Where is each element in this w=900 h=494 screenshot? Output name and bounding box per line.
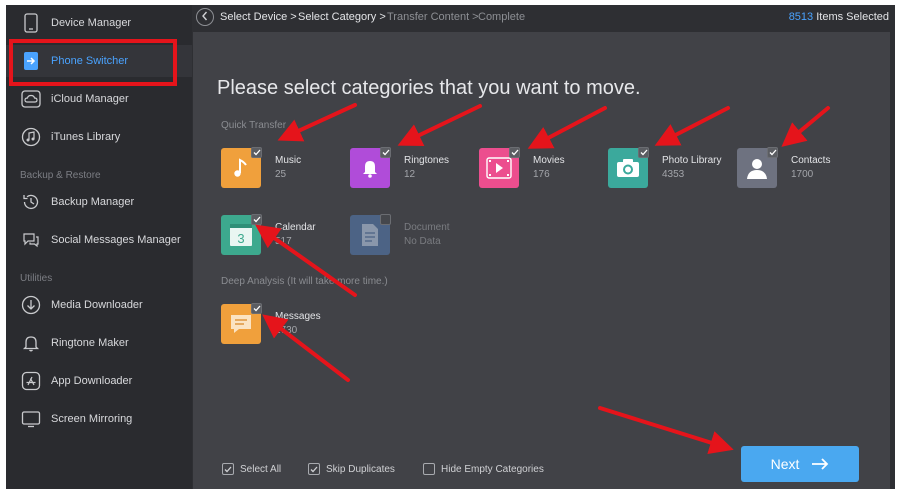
category-checkbox[interactable] (767, 147, 778, 158)
checkbox-unchecked-icon (423, 463, 435, 475)
category-count: 4353 (662, 169, 685, 180)
category-checkbox[interactable] (509, 147, 520, 158)
checkbox-checked-icon (308, 463, 320, 475)
sidebar: Device Manager Phone Switcher iCloud Man… (6, 5, 192, 489)
sidebar-item-label: Ringtone Maker (51, 337, 129, 349)
breadcrumb-select-device[interactable]: Select Device > (220, 11, 297, 23)
breadcrumb-transfer-content: Transfer Content > (387, 11, 479, 23)
sidebar-item-device-manager[interactable]: Device Manager (6, 7, 192, 39)
page-title: Please select categories that you want t… (217, 77, 641, 99)
category-count: 25 (275, 169, 287, 180)
category-movies[interactable]: Movies 176 (479, 147, 609, 192)
category-name: Ringtones (404, 155, 450, 166)
category-contacts[interactable]: Contacts 1700 (737, 147, 867, 192)
sidebar-item-screen-mirroring[interactable]: Screen Mirroring (6, 403, 192, 435)
category-photo-library[interactable]: Photo Library 4353 (608, 147, 738, 192)
arrow-right-icon (811, 458, 829, 470)
sidebar-item-label: Device Manager (51, 17, 132, 29)
skip-duplicates-label: Skip Duplicates (326, 463, 395, 475)
breadcrumb-complete: Complete (478, 11, 526, 23)
app-store-icon (20, 370, 42, 392)
sidebar-item-app-downloader[interactable]: App Downloader (6, 365, 192, 397)
sidebar-item-label: Media Downloader (51, 299, 143, 311)
category-count: 517 (275, 236, 292, 247)
main-panel: Please select categories that you want t… (193, 32, 890, 489)
top-bar: Select Device > Select Category > Transf… (192, 5, 895, 30)
sidebar-item-label: iCloud Manager (51, 93, 129, 105)
deep-analysis-heading: Deep Analysis (It will take more time.) (221, 276, 388, 287)
sidebar-item-label: Backup Manager (51, 196, 135, 208)
sidebar-item-icloud-manager[interactable]: iCloud Manager (6, 83, 192, 115)
category-checkbox[interactable] (638, 147, 649, 158)
next-button-label: Next (770, 456, 800, 472)
items-selected-label: Items Selected (816, 11, 889, 23)
music-circle-icon (20, 126, 42, 148)
category-checkbox[interactable] (380, 147, 391, 158)
sidebar-item-label: App Downloader (51, 375, 133, 387)
sidebar-item-label: iTunes Library (51, 131, 121, 143)
sidebar-item-label: Social Messages Manager (51, 234, 181, 246)
app-window: Device Manager Phone Switcher iCloud Man… (6, 5, 895, 489)
category-checkbox[interactable] (380, 214, 391, 225)
items-selected-count: 8513 (788, 11, 814, 23)
category-name: Photo Library (662, 155, 722, 166)
category-music[interactable]: Music 25 (221, 147, 351, 192)
bell-icon (20, 332, 42, 354)
highlight-box (9, 39, 177, 86)
sidebar-item-media-downloader[interactable]: Media Downloader (6, 289, 192, 321)
sidebar-item-backup-manager[interactable]: Backup Manager (6, 186, 192, 218)
cloud-icon (20, 88, 42, 110)
category-name: Contacts (791, 155, 831, 166)
back-button[interactable] (196, 8, 214, 26)
monitor-icon (20, 408, 42, 430)
items-selected-counter: 8513 Items Selected (789, 11, 889, 23)
category-calendar[interactable]: 3 Calendar 517 (221, 214, 351, 259)
select-all-label: Select All (240, 463, 282, 475)
next-button[interactable]: Next (741, 446, 859, 482)
breadcrumb-select-category[interactable]: Select Category > (298, 11, 386, 23)
category-count: 1730 (275, 325, 298, 336)
quick-transfer-heading: Quick Transfer (221, 120, 287, 131)
sidebar-section-utilities: Utilities (20, 273, 53, 284)
category-count: 176 (533, 169, 550, 180)
svg-text:3: 3 (237, 231, 244, 246)
download-icon (20, 294, 42, 316)
hide-empty-categories-checkbox[interactable]: Hide Empty Categories (423, 463, 544, 475)
phone-icon (20, 12, 42, 34)
category-checkbox[interactable] (251, 214, 262, 225)
category-count: No Data (404, 236, 441, 247)
hide-empty-categories-label: Hide Empty Categories (441, 463, 544, 475)
category-count: 12 (404, 169, 416, 180)
sidebar-item-itunes-library[interactable]: iTunes Library (6, 121, 192, 153)
skip-duplicates-checkbox[interactable]: Skip Duplicates (308, 463, 395, 475)
category-messages[interactable]: Messages 1730 (221, 303, 351, 348)
select-all-checkbox[interactable]: Select All (222, 463, 281, 475)
category-name: Messages (275, 311, 321, 322)
category-name: Document (404, 222, 450, 233)
category-document[interactable]: Document No Data (350, 214, 480, 259)
chevron-left-icon (201, 8, 209, 26)
category-name: Music (275, 155, 302, 166)
category-ringtones[interactable]: Ringtones 12 (350, 147, 480, 192)
history-icon (20, 191, 42, 213)
category-name: Movies (533, 155, 565, 166)
chat-bubbles-icon (20, 229, 42, 251)
category-name: Calendar (275, 222, 316, 233)
category-count: 1700 (791, 169, 814, 180)
sidebar-section-backup-restore: Backup & Restore (20, 170, 101, 181)
category-checkbox[interactable] (251, 303, 262, 314)
category-checkbox[interactable] (251, 147, 262, 158)
sidebar-item-label: Screen Mirroring (51, 413, 133, 425)
sidebar-item-social-messages-manager[interactable]: Social Messages Manager (6, 224, 192, 256)
sidebar-item-ringtone-maker[interactable]: Ringtone Maker (6, 327, 192, 359)
checkbox-checked-icon (222, 463, 234, 475)
